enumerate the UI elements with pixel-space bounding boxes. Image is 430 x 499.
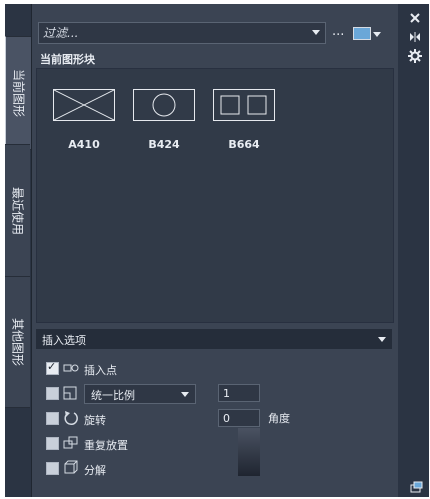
scale-value: 1 bbox=[223, 387, 230, 400]
palette-properties-icon[interactable] bbox=[409, 480, 423, 494]
scale-row bbox=[46, 385, 86, 403]
rotation-label: 旋转 bbox=[84, 414, 106, 427]
tab-label: 当前图形 bbox=[11, 68, 25, 118]
blocks-gallery: A410 B424 B664 bbox=[36, 68, 394, 323]
rotation-checkbox[interactable] bbox=[46, 412, 59, 425]
insert-options-title: 插入选项 bbox=[42, 334, 86, 347]
insertion-point-checkbox[interactable]: ✓ bbox=[46, 360, 59, 375]
rotation-value: 0 bbox=[223, 412, 230, 425]
block-item-b424[interactable]: B424 bbox=[133, 89, 195, 151]
scale-checkbox[interactable] bbox=[46, 387, 59, 400]
scale-value-field[interactable]: 1 bbox=[218, 384, 260, 402]
check-icon: ✓ bbox=[47, 360, 57, 373]
palette-tabs: 当前图形 最近使用 其他图形 bbox=[5, 4, 31, 497]
rotation-value-field[interactable]: 0 bbox=[218, 409, 260, 427]
block-label: B664 bbox=[228, 138, 260, 151]
filter-input[interactable] bbox=[43, 25, 293, 41]
block-label: A410 bbox=[68, 138, 100, 151]
collapse-icon[interactable] bbox=[378, 337, 386, 342]
rectangle-circle-icon bbox=[133, 89, 195, 121]
thumbnail-view-icon[interactable] bbox=[353, 27, 371, 40]
chevron-down-icon[interactable] bbox=[181, 392, 189, 397]
section-title: 当前图形块 bbox=[40, 53, 95, 66]
rotate-icon bbox=[62, 410, 80, 426]
block-item-b664[interactable]: B664 bbox=[213, 89, 275, 151]
angle-dial[interactable] bbox=[238, 428, 260, 476]
repeat-placement-icon bbox=[62, 435, 80, 451]
block-item-a410[interactable]: A410 bbox=[53, 89, 115, 151]
auto-hide-icon[interactable] bbox=[408, 29, 422, 43]
insertion-point-icon bbox=[62, 360, 80, 376]
insertion-point-label: 插入点 bbox=[84, 364, 117, 377]
explode-checkbox[interactable] bbox=[46, 462, 59, 475]
tab-other-drawings[interactable]: 其他图形 bbox=[5, 276, 30, 408]
browse-more-button[interactable]: ... bbox=[332, 24, 344, 39]
tab-current-drawing[interactable]: 当前图形 bbox=[5, 36, 31, 150]
explode-icon bbox=[62, 460, 80, 476]
block-label: B424 bbox=[148, 138, 180, 151]
gear-icon[interactable] bbox=[408, 48, 422, 63]
chevron-down-icon[interactable] bbox=[312, 30, 320, 35]
repeat-checkbox[interactable] bbox=[46, 437, 59, 450]
angle-unit-label: 角度 bbox=[268, 412, 290, 425]
close-icon[interactable] bbox=[408, 10, 422, 24]
filter-combobox[interactable] bbox=[38, 22, 326, 44]
rotation-row: 旋转 bbox=[46, 410, 196, 428]
explode-label: 分解 bbox=[84, 464, 106, 477]
repeat-label: 重复放置 bbox=[84, 439, 128, 452]
explode-row: 分解 bbox=[46, 460, 196, 478]
repeat-row: 重复放置 bbox=[46, 435, 196, 453]
scale-mode-select[interactable]: 统一比例 bbox=[84, 384, 196, 404]
view-dropdown-icon[interactable] bbox=[373, 32, 381, 37]
tab-recent[interactable]: 最近使用 bbox=[5, 144, 30, 278]
scale-icon bbox=[62, 385, 80, 401]
scale-mode-value: 统一比例 bbox=[91, 389, 135, 402]
tab-label: 最近使用 bbox=[10, 186, 24, 236]
palette-content: ... 当前图形块 A410 bbox=[31, 4, 398, 497]
block-palette-window: 当前图形 最近使用 其他图形 ... 当前图形块 bbox=[0, 0, 430, 498]
insertion-point-row: ✓ 插入点 bbox=[46, 360, 196, 378]
rectangle-cross-icon bbox=[53, 89, 115, 121]
palette-frame: 当前图形 最近使用 其他图形 ... 当前图形块 bbox=[5, 4, 429, 497]
tab-label: 其他图形 bbox=[10, 317, 24, 367]
rectangle-two-squares-icon bbox=[213, 89, 275, 121]
insert-options-header[interactable]: 插入选项 bbox=[36, 329, 392, 349]
